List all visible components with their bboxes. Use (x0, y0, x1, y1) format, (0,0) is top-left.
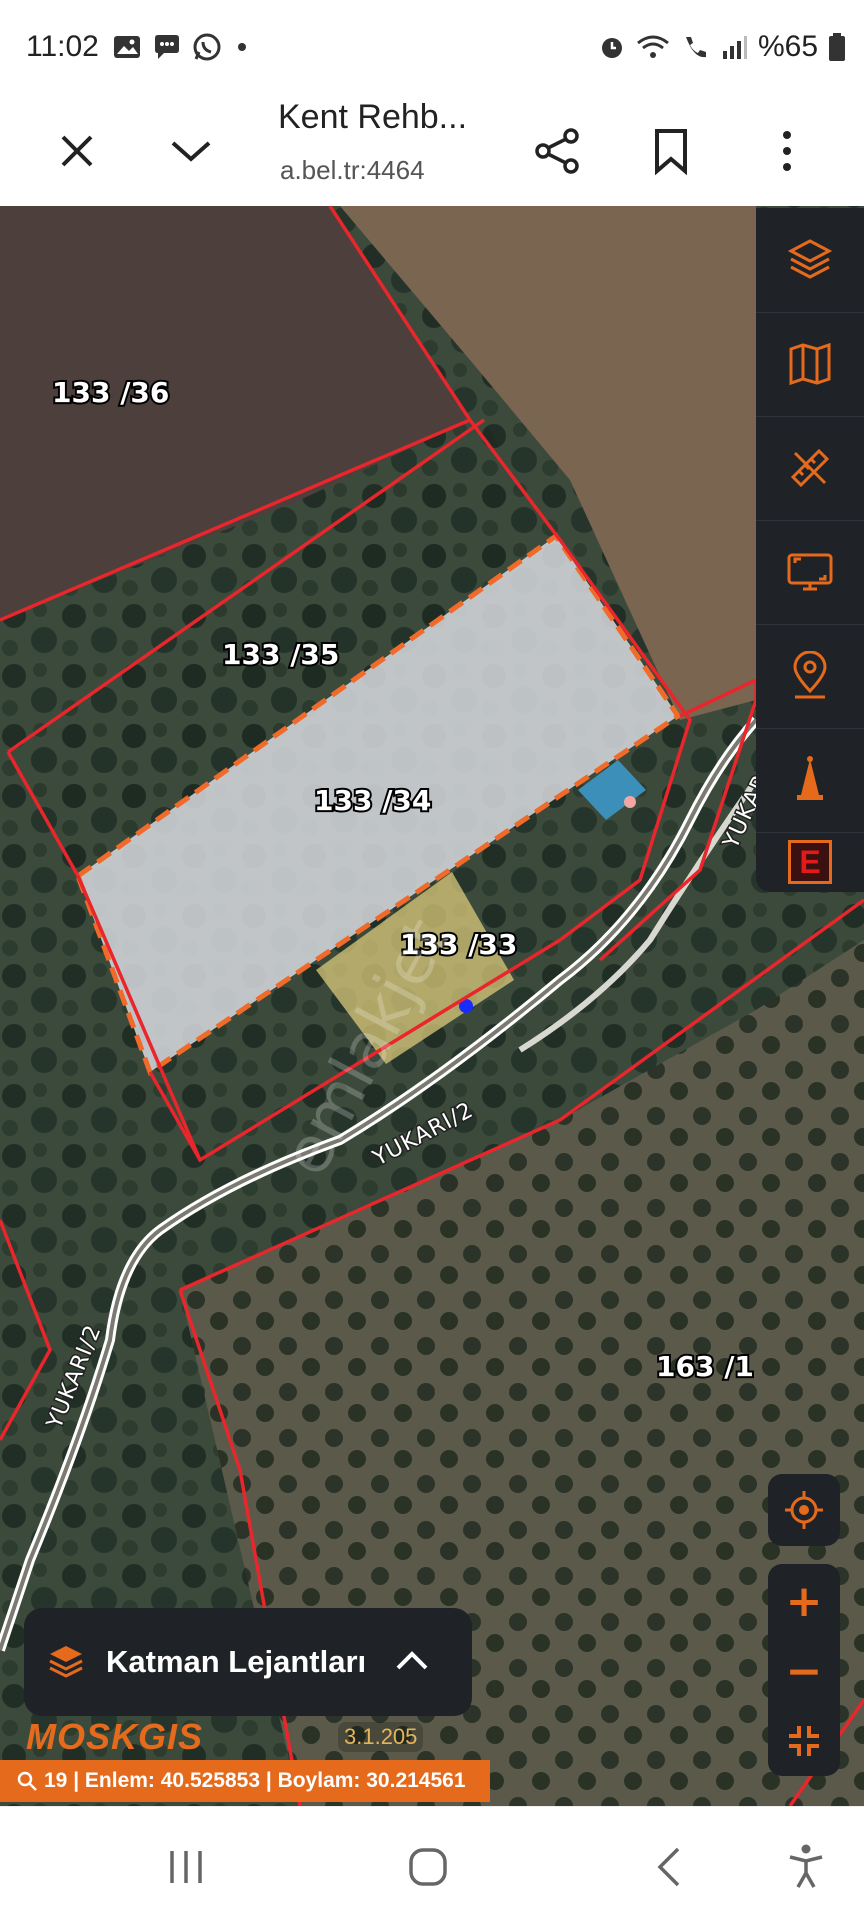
bell-icon (797, 756, 823, 800)
share-button[interactable] (522, 116, 592, 186)
alarm-icon (601, 38, 622, 58)
alert-button[interactable] (756, 728, 864, 833)
share-icon (535, 128, 579, 174)
e-button[interactable]: E (756, 832, 864, 892)
battery-percent: %65 (757, 30, 818, 63)
legend-button[interactable]: Katman Lejantları (24, 1608, 472, 1716)
collapse-button[interactable] (156, 116, 226, 186)
more-icon (783, 131, 791, 171)
accessibility-icon (789, 1844, 823, 1888)
recents-icon (170, 1851, 202, 1883)
map-view[interactable]: 133 /36 133 /35 133 /34 133 /33 163 /1 Y… (0, 206, 864, 1806)
more-button[interactable] (752, 116, 822, 186)
parcel-label-133-34: 133 /34 (314, 784, 431, 817)
system-navbar (0, 1806, 864, 1921)
map-icon (789, 342, 831, 386)
collapse-icon (789, 1726, 819, 1756)
bookmark-icon (655, 129, 687, 175)
home-button[interactable] (388, 1827, 468, 1907)
close-button[interactable] (42, 116, 112, 186)
zoom-out-button[interactable]: − (768, 1636, 840, 1706)
screen-icon (787, 553, 833, 591)
zoom-controls: + − (768, 1564, 840, 1776)
coordinate-bar: 19 | Enlem: 40.525853 | Boylam: 30.21456… (0, 1760, 490, 1802)
pink-marker (624, 796, 636, 808)
basemap-button[interactable] (756, 312, 864, 417)
fullscreen-button[interactable] (768, 1706, 840, 1776)
search-icon (17, 1771, 37, 1791)
parcel-label-133-36: 133 /36 (52, 376, 169, 409)
parcel-label-133-35: 133 /35 (222, 638, 339, 671)
app-version: 3.1.205 (338, 1722, 424, 1752)
layers-button[interactable] (756, 208, 864, 313)
map-canvas[interactable]: 133 /36 133 /35 133 /34 133 /33 163 /1 Y… (0, 206, 864, 1806)
layers-icon (49, 1646, 83, 1678)
signal-icon (722, 36, 747, 59)
chevron-down-icon (171, 141, 211, 162)
coordinate-readout: 19 | Enlem: 40.525853 | Boylam: 30.21456… (44, 1769, 466, 1792)
back-button[interactable] (630, 1827, 710, 1907)
close-icon (61, 135, 93, 167)
locate-button[interactable] (768, 1474, 840, 1546)
app-logo: MOSKGIS (26, 1716, 204, 1757)
page-title: Kent Rehb... (278, 98, 468, 136)
legend-label: Katman Lejantları (106, 1644, 367, 1679)
parcel-label-163-1: 163 /1 (656, 1350, 754, 1383)
page-url[interactable]: a.bel.tr:4464 (280, 155, 425, 186)
measure-icon (790, 448, 830, 488)
bookmark-button[interactable] (636, 116, 706, 186)
call-icon (685, 37, 706, 58)
map-toolbar: E (756, 208, 864, 892)
screen-button[interactable] (756, 520, 864, 625)
chevron-up-icon (396, 1651, 428, 1670)
chat-icon (155, 35, 179, 59)
wifi-icon (637, 35, 669, 58)
whatsapp-icon (193, 33, 221, 61)
back-icon (657, 1847, 680, 1887)
measure-button[interactable] (756, 416, 864, 521)
battery-icon (829, 33, 845, 61)
status-bar: 11:02 %65 (0, 0, 864, 96)
layers-icon (787, 239, 833, 279)
home-icon (409, 1848, 447, 1886)
recents-button[interactable] (146, 1827, 226, 1907)
notification-icons (112, 32, 252, 62)
system-icons: %65 (598, 30, 846, 64)
status-time: 11:02 (26, 30, 99, 63)
zoom-in-button[interactable]: + (768, 1566, 840, 1636)
accessibility-button[interactable] (766, 1827, 846, 1907)
crosshair-icon (785, 1491, 823, 1529)
location-button[interactable] (756, 624, 864, 729)
location-pin-icon (793, 651, 827, 699)
gallery-icon (114, 36, 140, 58)
dot-icon (238, 43, 246, 51)
e-icon: E (788, 840, 832, 884)
